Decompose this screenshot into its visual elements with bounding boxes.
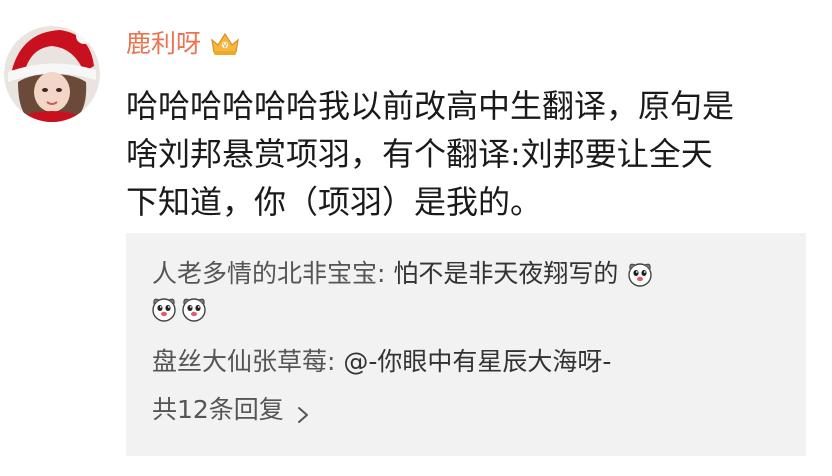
dog-face-emoji-icon: [180, 295, 208, 323]
reply-text: @-你眼中有星辰大海呀-: [335, 347, 612, 376]
dog-face-emoji-icon: [150, 295, 178, 323]
reply-preview-box[interactable]: 人老多情的北非宝宝: 怕不是非天夜翔写的 盘丝大仙张草莓: @-你眼中有星辰大海…: [126, 233, 806, 456]
reply-author[interactable]: 盘丝大仙张草莓:: [152, 347, 335, 376]
author-row: 鹿利呀 V: [126, 26, 241, 62]
avatar-image: [4, 26, 100, 122]
dog-face-emoji-icon: [626, 260, 654, 288]
author-name[interactable]: 鹿利呀: [126, 26, 201, 62]
reply-text: 怕不是非天夜翔写的: [385, 259, 619, 288]
post-content-line: 啥刘邦悬赏项羽，有个翻译:刘邦要让全天: [126, 135, 713, 173]
reply-author[interactable]: 人老多情的北非宝宝:: [152, 259, 385, 288]
more-replies-label: 共12条回复: [152, 395, 284, 424]
avatar[interactable]: [4, 26, 100, 122]
more-replies-link[interactable]: 共12条回复: [152, 393, 310, 427]
reply-item[interactable]: 盘丝大仙张草莓: @-你眼中有星辰大海呀-: [152, 345, 611, 379]
reply-emoji-line: [150, 295, 208, 325]
vip-crown-icon[interactable]: V: [209, 30, 241, 58]
post-content-line: 哈哈哈哈哈哈我以前改高中生翻译，原句是: [126, 87, 735, 125]
post-content-line: 下知道，你（项羽）是我的。: [126, 183, 543, 221]
chevron-right-icon: [296, 400, 310, 423]
post-content: 哈哈哈哈哈哈我以前改高中生翻译，原句是 啥刘邦悬赏项羽，有个翻译:刘邦要让全天 …: [126, 82, 816, 226]
reply-item[interactable]: 人老多情的北非宝宝: 怕不是非天夜翔写的: [152, 257, 654, 291]
